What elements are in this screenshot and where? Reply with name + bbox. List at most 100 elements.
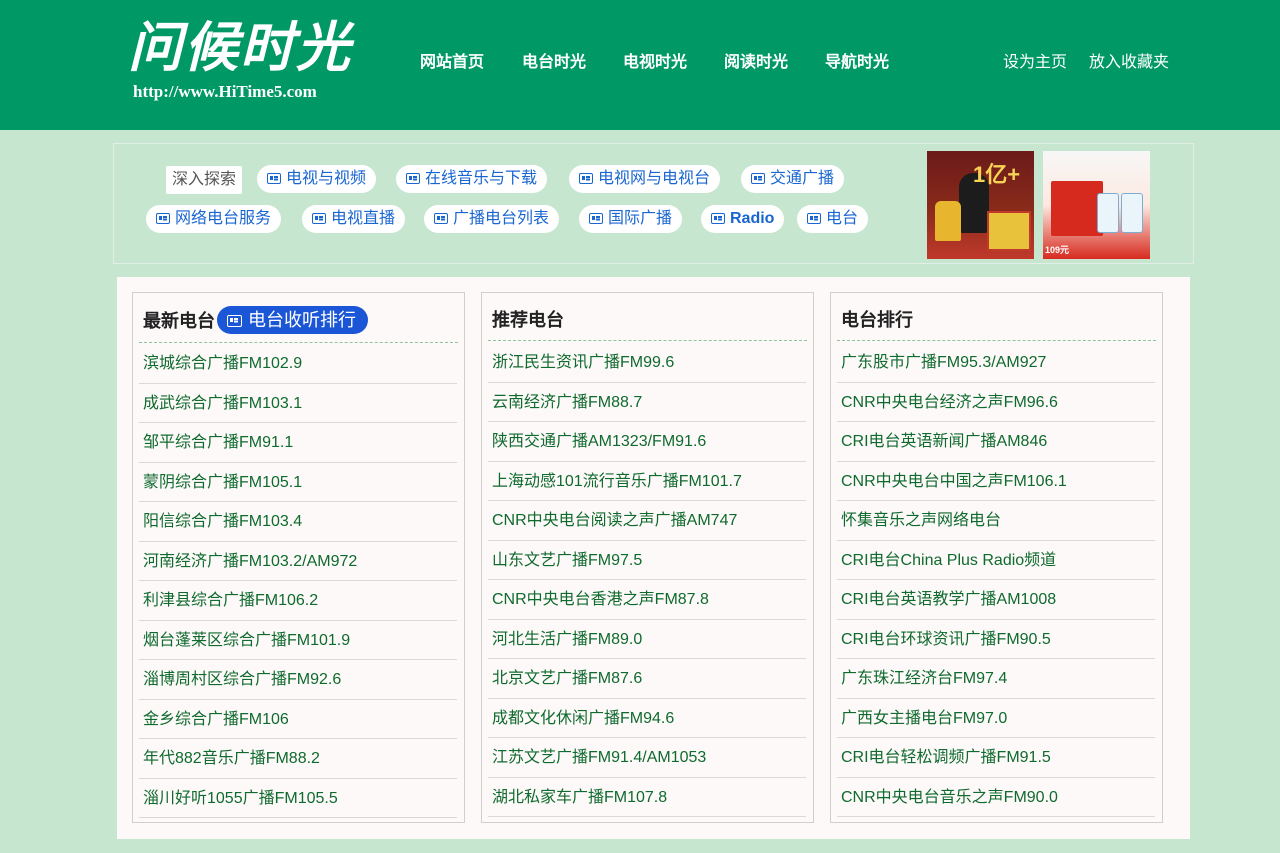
list-item: 山东文艺广播FM97.5 bbox=[488, 541, 806, 581]
site-logo[interactable]: 问候时光 bbox=[128, 18, 352, 78]
station-link[interactable]: 淄博周村区综合广播FM92.6 bbox=[139, 660, 457, 700]
tag-tv-network[interactable]: 电视网与电视台 bbox=[569, 165, 721, 193]
station-link[interactable]: 烟台蓬莱区综合广播FM101.9 bbox=[139, 621, 457, 661]
tag-label: 在线音乐与下载 bbox=[425, 170, 538, 187]
station-link[interactable]: CNR中央电台中国之声FM106.1 bbox=[837, 462, 1155, 502]
list-item: CRI电台英语新闻广播AM846 bbox=[837, 422, 1155, 462]
site-header: 问候时光 http://www.HiTime5.com 网站首页 电台时光 电视… bbox=[0, 0, 1280, 130]
ranking-panel: 电台排行 广东股市广播FM95.3/AM927 CNR中央电台经济之声FM96.… bbox=[830, 292, 1163, 823]
list-item: 怀集音乐之声网络电台 bbox=[837, 501, 1155, 541]
station-link[interactable]: CNR中央电台香港之声FM87.8 bbox=[488, 580, 806, 620]
tag-label: 电视直播 bbox=[331, 210, 396, 227]
tag-label: 交通广播 bbox=[770, 170, 835, 187]
tag-label: 电视与视频 bbox=[286, 170, 367, 187]
station-link[interactable]: 河南经济广播FM103.2/AM972 bbox=[139, 542, 457, 582]
newspaper-icon bbox=[589, 213, 603, 224]
list-item: CNR中央电台经济之声FM96.6 bbox=[837, 383, 1155, 423]
station-link[interactable]: 阳信综合广播FM103.4 bbox=[139, 502, 457, 542]
list-item: 广东珠江经济台FM97.4 bbox=[837, 659, 1155, 699]
station-link[interactable]: CRI电台轻松调频广播FM91.5 bbox=[837, 738, 1155, 778]
station-link[interactable]: CRI电台环球资讯广播FM90.5 bbox=[837, 620, 1155, 660]
newspaper-icon bbox=[267, 173, 281, 184]
ranking-list: 广东股市广播FM95.3/AM927 CNR中央电台经济之声FM96.6 CRI… bbox=[837, 343, 1155, 817]
nav-tv[interactable]: 电视时光 bbox=[623, 52, 687, 74]
list-item: 河北生活广播FM89.0 bbox=[488, 620, 806, 660]
tag-station-list[interactable]: 广播电台列表 bbox=[424, 205, 560, 233]
nav-home[interactable]: 网站首页 bbox=[420, 52, 484, 74]
station-link[interactable]: CNR中央电台经济之声FM96.6 bbox=[837, 383, 1155, 423]
recommended-list: 浙江民生资讯广播FM99.6 云南经济广播FM88.7 陕西交通广播AM1323… bbox=[488, 343, 806, 817]
panel-heading: 最新电台 bbox=[143, 311, 215, 331]
tag-station[interactable]: 电台 bbox=[797, 205, 869, 233]
ad-trophy-image bbox=[935, 201, 961, 241]
explore-label: 深入探索 bbox=[166, 166, 243, 194]
station-link[interactable]: 山东文艺广播FM97.5 bbox=[488, 541, 806, 581]
divider bbox=[488, 340, 807, 341]
station-link[interactable]: 金乡综合广播FM106 bbox=[139, 700, 457, 740]
latest-list: 滨城综合广播FM102.9 成武综合广播FM103.1 邹平综合广播FM91.1… bbox=[139, 344, 457, 818]
list-item: 成都文化休闲广播FM94.6 bbox=[488, 699, 806, 739]
tag-label: 广播电台列表 bbox=[453, 210, 550, 227]
station-link[interactable]: 广西女主播电台FM97.0 bbox=[837, 699, 1155, 739]
list-item: CRI电台英语教学广播AM1008 bbox=[837, 580, 1155, 620]
tag-traffic-radio[interactable]: 交通广播 bbox=[741, 165, 845, 193]
station-link[interactable]: 怀集音乐之声网络电台 bbox=[837, 501, 1155, 541]
list-item: CNR中央电台阅读之声广播AM747 bbox=[488, 501, 806, 541]
list-item: CRI电台China Plus Radio频道 bbox=[837, 541, 1155, 581]
station-link[interactable]: 利津县综合广播FM106.2 bbox=[139, 581, 457, 621]
station-link[interactable]: 河北生活广播FM89.0 bbox=[488, 620, 806, 660]
newspaper-icon bbox=[406, 173, 420, 184]
station-link[interactable]: 成都文化休闲广播FM94.6 bbox=[488, 699, 806, 739]
rank-button-label: 电台收听排行 bbox=[248, 310, 356, 330]
tag-tv-video[interactable]: 电视与视频 bbox=[257, 165, 377, 193]
tag-online-music[interactable]: 在线音乐与下载 bbox=[396, 165, 548, 193]
tag-radio[interactable]: Radio bbox=[701, 205, 785, 233]
divider bbox=[837, 340, 1156, 341]
add-favorite-link[interactable]: 放入收藏夹 bbox=[1089, 52, 1169, 74]
station-link[interactable]: 广东股市广播FM95.3/AM927 bbox=[837, 343, 1155, 383]
list-item: 成武综合广播FM103.1 bbox=[139, 384, 457, 424]
station-link[interactable]: 上海动感101流行音乐广播FM101.7 bbox=[488, 462, 806, 502]
rank-button[interactable]: 电台收听排行 bbox=[217, 306, 368, 334]
list-item: 上海动感101流行音乐广播FM101.7 bbox=[488, 462, 806, 502]
station-link[interactable]: 蒙阴综合广播FM105.1 bbox=[139, 463, 457, 503]
nav-guide[interactable]: 导航时光 bbox=[825, 52, 889, 74]
nav-radio[interactable]: 电台时光 bbox=[522, 52, 586, 74]
list-item: CNR中央电台音乐之声FM90.0 bbox=[837, 778, 1155, 818]
station-link[interactable]: 湖北私家车广播FM107.8 bbox=[488, 778, 806, 818]
station-link[interactable]: 淄川好听1055广播FM105.5 bbox=[139, 779, 457, 819]
ad-banner-2[interactable]: 109元 bbox=[1043, 151, 1150, 259]
divider bbox=[139, 342, 458, 343]
station-link[interactable]: 云南经济广播FM88.7 bbox=[488, 383, 806, 423]
station-link[interactable]: 广东珠江经济台FM97.4 bbox=[837, 659, 1155, 699]
recommended-title: 推荐电台 bbox=[492, 310, 564, 330]
station-link[interactable]: 江苏文艺广播FM91.4/AM1053 bbox=[488, 738, 806, 778]
station-link[interactable]: CRI电台英语教学广播AM1008 bbox=[837, 580, 1155, 620]
tag-label: 国际广播 bbox=[608, 210, 673, 227]
list-item: 滨城综合广播FM102.9 bbox=[139, 344, 457, 384]
list-item: CRI电台轻松调频广播FM91.5 bbox=[837, 738, 1155, 778]
station-link[interactable]: 成武综合广播FM103.1 bbox=[139, 384, 457, 424]
station-link[interactable]: CNR中央电台阅读之声广播AM747 bbox=[488, 501, 806, 541]
list-item: 广东股市广播FM95.3/AM927 bbox=[837, 343, 1155, 383]
list-item: 阳信综合广播FM103.4 bbox=[139, 502, 457, 542]
list-item: 金乡综合广播FM106 bbox=[139, 700, 457, 740]
station-link[interactable]: CNR中央电台音乐之声FM90.0 bbox=[837, 778, 1155, 818]
tag-web-radio[interactable]: 网络电台服务 bbox=[146, 205, 282, 233]
list-item: CRI电台环球资讯广播FM90.5 bbox=[837, 620, 1155, 660]
station-link[interactable]: 浙江民生资讯广播FM99.6 bbox=[488, 343, 806, 383]
station-link[interactable]: 滨城综合广播FM102.9 bbox=[139, 344, 457, 384]
station-link[interactable]: CRI电台China Plus Radio频道 bbox=[837, 541, 1155, 581]
set-home-link[interactable]: 设为主页 bbox=[1003, 52, 1067, 74]
tag-label: 电视网与电视台 bbox=[598, 170, 711, 187]
station-link[interactable]: 年代882音乐广播FM88.2 bbox=[139, 739, 457, 779]
station-link[interactable]: CRI电台英语新闻广播AM846 bbox=[837, 422, 1155, 462]
station-link[interactable]: 邹平综合广播FM91.1 bbox=[139, 423, 457, 463]
ad-banner-1[interactable]: 1亿+ bbox=[927, 151, 1034, 259]
station-link[interactable]: 北京文艺广播FM87.6 bbox=[488, 659, 806, 699]
tag-tv-live[interactable]: 电视直播 bbox=[302, 205, 406, 233]
tag-intl-radio[interactable]: 国际广播 bbox=[579, 205, 683, 233]
newspaper-icon bbox=[579, 173, 593, 184]
station-link[interactable]: 陕西交通广播AM1323/FM91.6 bbox=[488, 422, 806, 462]
nav-reading[interactable]: 阅读时光 bbox=[724, 52, 788, 74]
